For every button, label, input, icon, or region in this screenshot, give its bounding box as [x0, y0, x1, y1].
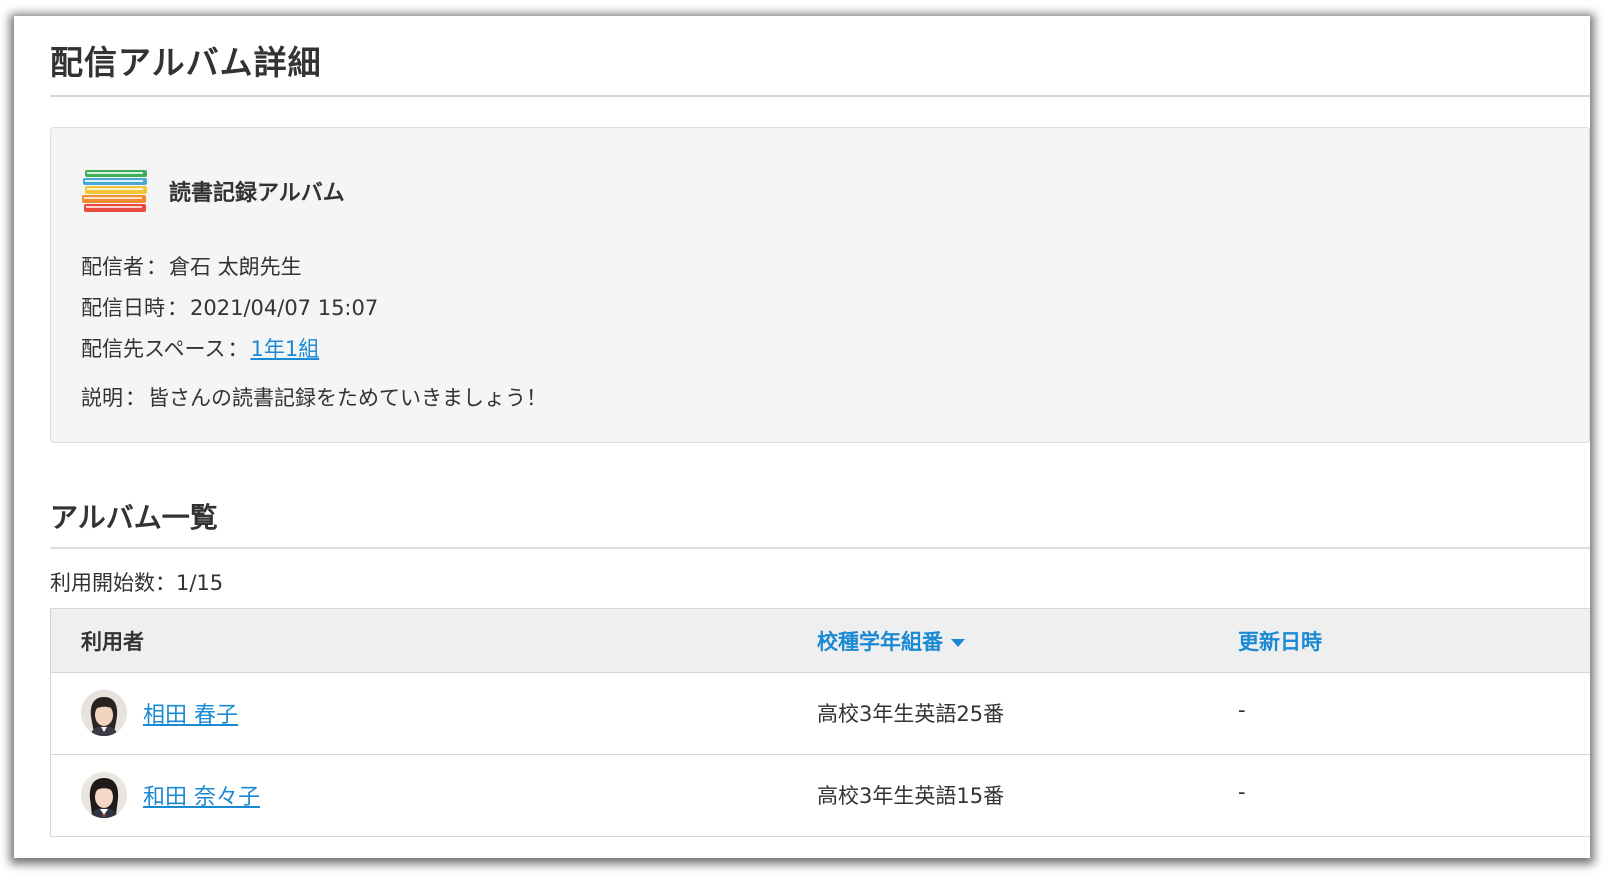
page-title: 配信アルバム詳細	[50, 43, 322, 82]
date-value: 2021/04/07 15:07	[190, 296, 379, 320]
space-link[interactable]: 1年1組	[250, 337, 319, 361]
table-row: 相田 春子 高校3年生英語25番 -	[50, 673, 1590, 755]
space-separator: ：	[227, 337, 249, 361]
sender-value: 倉石 太朗先生	[169, 255, 302, 279]
section-divider	[50, 547, 1590, 549]
sender-label: 配信者	[81, 255, 144, 279]
description-label: 説明	[81, 386, 123, 410]
usage-separator: ：	[155, 571, 176, 595]
avatar	[81, 772, 127, 818]
date-separator: ：	[167, 296, 188, 320]
usage-count: 利用開始数：1/15	[50, 567, 223, 597]
avatar	[81, 690, 127, 736]
usage-value: 1/15	[176, 571, 224, 595]
updated-cell: -	[1238, 780, 1246, 804]
table-header: 利用者 校種学年組番 更新日時	[50, 609, 1590, 673]
description-line: 説明：皆さんの読書記録をためていきましょう！	[81, 382, 547, 412]
column-header-updated[interactable]: 更新日時	[1238, 626, 1322, 656]
user-name-link[interactable]: 相田 春子	[143, 697, 238, 729]
date-label: 配信日時	[81, 296, 165, 320]
table-row: 和田 奈々子 高校3年生英語15番 -	[50, 755, 1590, 837]
student-avatar-icon	[81, 772, 127, 818]
album-table: 利用者 校種学年組番 更新日時 相田 春子 高校3年生英語25番 - 和田 奈々…	[50, 608, 1590, 837]
book-stack-icon	[82, 170, 147, 212]
sender-separator: ：	[146, 255, 167, 279]
column-header-grade-label: 校種学年組番	[817, 630, 943, 654]
space-label: 配信先スペース	[81, 337, 226, 361]
description-separator: ：	[125, 386, 146, 410]
album-info-panel: 読書記録アルバム 配信者：倉石 太朗先生 配信日時：2021/04/07 15:…	[50, 127, 1590, 443]
title-divider	[50, 95, 1590, 97]
album-list-title: アルバム一覧	[50, 501, 218, 534]
album-name: 読書記録アルバム	[169, 181, 345, 206]
user-name-link[interactable]: 和田 奈々子	[143, 779, 260, 811]
column-header-grade[interactable]: 校種学年組番	[817, 626, 965, 656]
sort-down-icon	[951, 639, 965, 647]
date-line: 配信日時：2021/04/07 15:07	[81, 292, 378, 322]
space-line: 配信先スペース：1年1組	[81, 333, 319, 363]
grade-cell: 高校3年生英語15番	[817, 784, 1005, 808]
app-window: 配信アルバム詳細 読書記録アルバム 配信者：倉石 太朗先生 配信日時：2021/	[14, 16, 1590, 858]
grade-cell: 高校3年生英語25番	[817, 702, 1005, 726]
usage-label: 利用開始数	[50, 571, 155, 595]
updated-cell: -	[1238, 698, 1246, 722]
sender-line: 配信者：倉石 太朗先生	[81, 251, 302, 281]
description-value: 皆さんの読書記録をためていきましょう！	[148, 386, 547, 410]
student-avatar-icon	[81, 690, 127, 736]
column-header-user: 利用者	[81, 630, 144, 654]
